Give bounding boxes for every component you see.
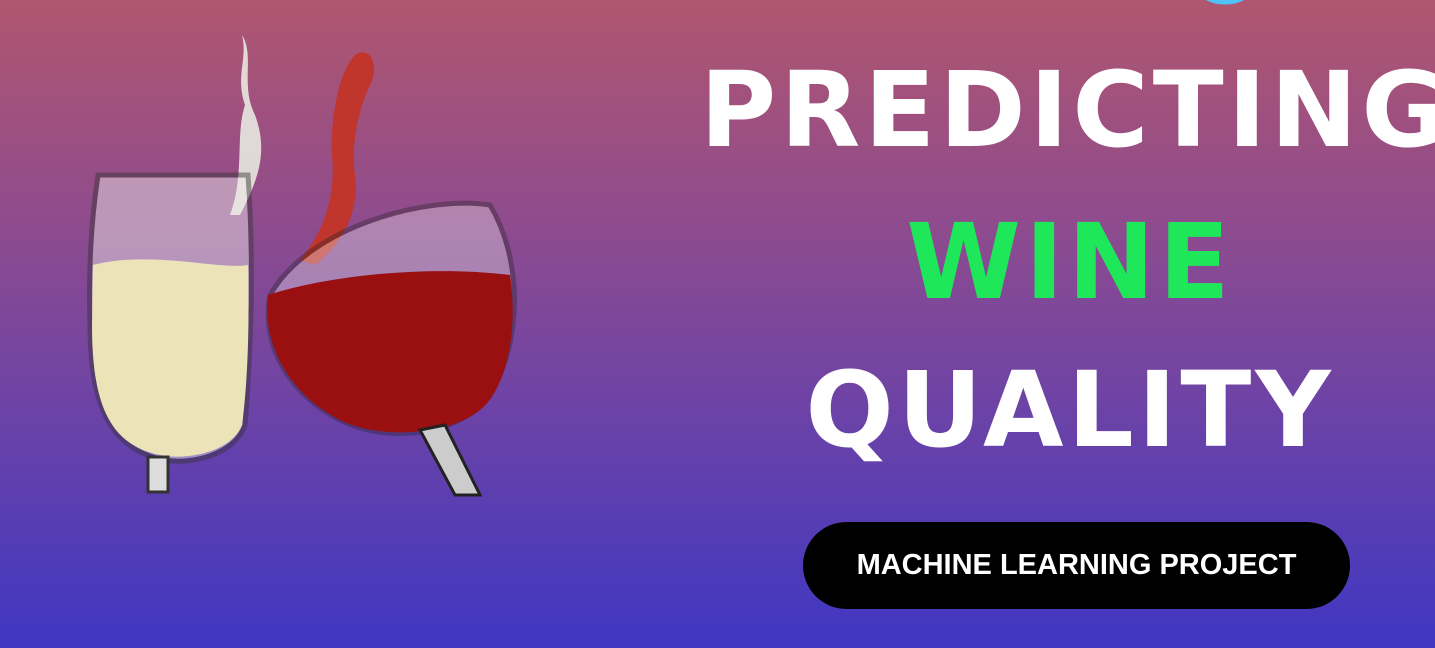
headline-line-2: WINE bbox=[906, 201, 1234, 323]
headline-line-1: PREDICTING bbox=[700, 49, 1435, 171]
brand-logo bbox=[1205, 0, 1245, 5]
headline-line-3: QUALITY bbox=[805, 349, 1335, 471]
wine-glasses-illustration bbox=[86, 35, 517, 497]
project-badge: MACHINE LEARNING PROJECT bbox=[803, 522, 1350, 609]
